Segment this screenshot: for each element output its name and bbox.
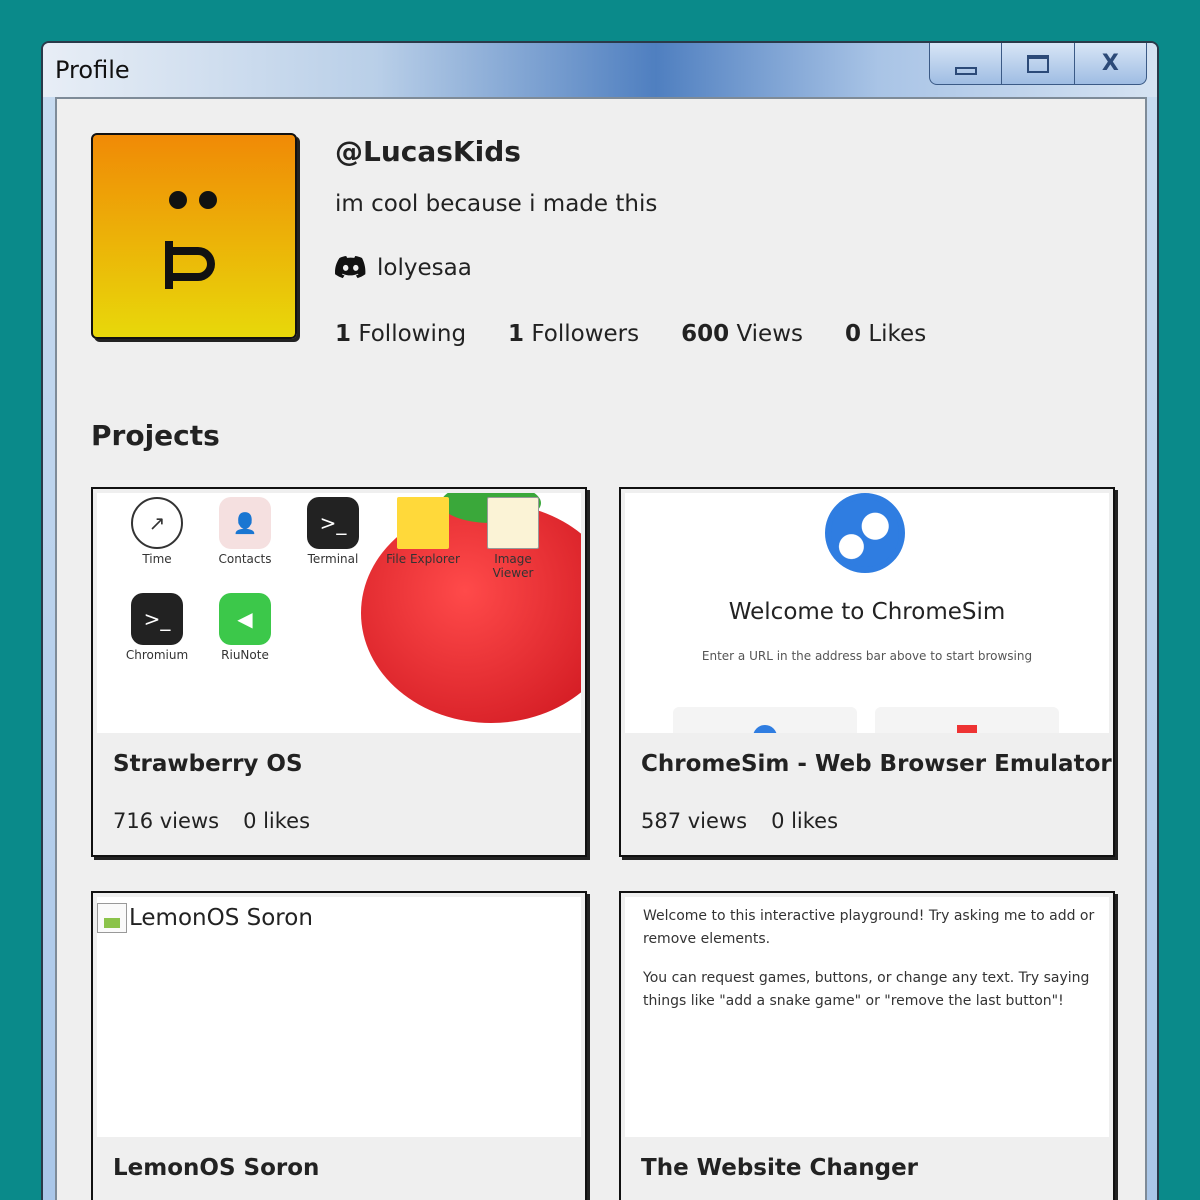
window-title: Profile (55, 56, 130, 84)
thumb-shortcut (673, 707, 857, 733)
close-icon: X (1101, 51, 1119, 76)
project-title: LemonOS Soron (113, 1155, 320, 1181)
project-views: 716 views (113, 809, 220, 833)
avatar-mouth (165, 247, 215, 281)
profile-stats: 1 Following 1 Followers 600 Views 0 Like… (335, 321, 926, 347)
close-button[interactable]: X (1073, 43, 1146, 84)
thumb-shortcut (875, 707, 1059, 733)
project-likes: 0 likes (771, 809, 839, 833)
project-thumbnail: LemonOS Soron (97, 897, 581, 1137)
discord-handle: lolyesaa (377, 255, 472, 281)
avatar (91, 133, 297, 339)
project-card-strawberry-os[interactable]: ↗ Time 👤 Contacts >_ Terminal File Explo… (91, 487, 587, 857)
project-card-website-changer[interactable]: Welcome to this interactive playground! … (619, 891, 1115, 1200)
thumb-subtitle: Enter a URL in the address bar above to … (701, 649, 1033, 663)
project-title: The Website Changer (641, 1155, 919, 1181)
thumb-paragraph: You can request games, buttons, or chang… (643, 970, 1090, 1009)
profile-content: @LucasKids im cool because i made this l… (55, 97, 1147, 1200)
project-stats: 587 views 0 likes (641, 809, 838, 833)
thumb-app-contacts: 👤 Contacts (205, 497, 285, 566)
title-bar[interactable]: Profile X (43, 43, 1157, 97)
project-title: Strawberry OS (113, 751, 303, 777)
project-stats: 716 views 0 likes (113, 809, 310, 833)
thumb-app-riunote: ◀ RiuNote (205, 593, 285, 662)
avatar-eye-right (199, 191, 217, 209)
terminal-icon: >_ (131, 593, 183, 645)
globe-icon (825, 493, 905, 573)
project-thumbnail: Welcome to ChromeSim Enter a URL in the … (625, 493, 1109, 733)
project-thumbnail: Welcome to this interactive playground! … (625, 897, 1109, 1137)
project-likes: 0 likes (243, 809, 311, 833)
stat-likes: 0 Likes (845, 321, 927, 347)
thumb-app-image-viewer: Image Viewer (473, 497, 553, 580)
stat-views: 600 Views (681, 321, 804, 347)
terminal-icon: >_ (307, 497, 359, 549)
person-icon: 👤 (219, 497, 271, 549)
broken-image-icon (97, 903, 127, 933)
notepad-icon (487, 497, 539, 549)
image-alt-text: LemonOS Soron (129, 905, 313, 931)
stat-followers[interactable]: 1 Followers (508, 321, 639, 347)
clock-icon: ↗ (131, 497, 183, 549)
username: @LucasKids (335, 135, 521, 168)
project-title: ChromeSim - Web Browser Emulator (641, 751, 1112, 777)
minimize-icon (954, 66, 977, 75)
bio: im cool because i made this (335, 191, 658, 217)
broken-image: LemonOS Soron (97, 903, 313, 933)
thumb-paragraph: Welcome to this interactive playground! … (643, 908, 1095, 947)
thumb-app-chromium: >_ Chromium (117, 593, 197, 662)
project-card-lemonos-soron[interactable]: LemonOS Soron LemonOS Soron (91, 891, 587, 1200)
folder-icon (397, 497, 449, 549)
projects-heading: Projects (91, 419, 220, 452)
project-thumbnail: ↗ Time 👤 Contacts >_ Terminal File Explo… (97, 493, 581, 733)
discord-icon (335, 256, 366, 279)
megaphone-icon: ◀ (219, 593, 271, 645)
profile-window: Profile X @LucasKids im cool because i m… (41, 41, 1159, 1200)
thumb-app-file-explorer: File Explorer (383, 497, 463, 566)
minimize-button[interactable] (930, 43, 1001, 84)
stat-following[interactable]: 1 Following (335, 321, 466, 347)
thumb-app-terminal: >_ Terminal (293, 497, 373, 566)
discord-link[interactable]: lolyesaa (335, 255, 472, 281)
window-controls: X (929, 43, 1147, 85)
project-card-chromesim[interactable]: Welcome to ChromeSim Enter a URL in the … (619, 487, 1115, 857)
maximize-button[interactable] (1001, 43, 1073, 84)
thumb-app-time: ↗ Time (117, 497, 197, 566)
maximize-icon (1026, 54, 1049, 73)
thumb-heading: Welcome to ChromeSim (728, 599, 1006, 625)
project-views: 587 views (641, 809, 748, 833)
avatar-eye-left (169, 191, 187, 209)
